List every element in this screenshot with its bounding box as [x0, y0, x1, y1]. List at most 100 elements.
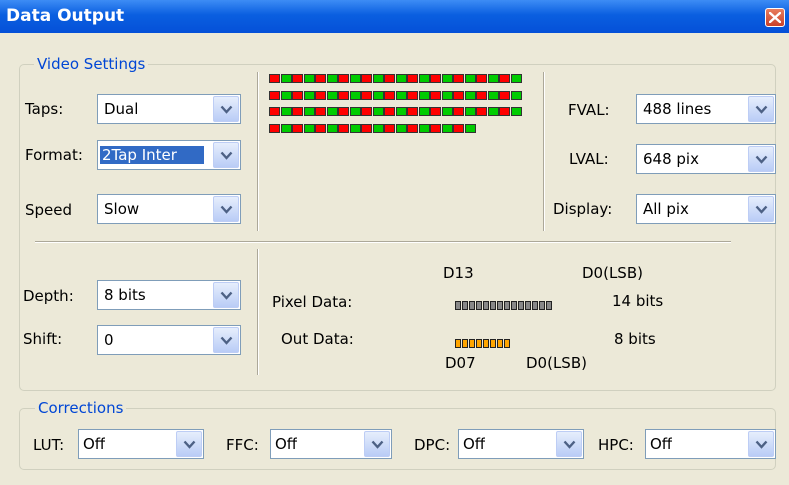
led-green: [510, 90, 522, 100]
shift-value: 0: [104, 331, 114, 349]
led-red: [407, 107, 418, 116]
led-green: [441, 107, 453, 116]
led-red: [269, 74, 280, 83]
depth-value: 8 bits: [104, 286, 146, 304]
led-red: [338, 107, 349, 116]
lval-label: LVAL:: [569, 150, 609, 168]
led-green: [326, 90, 338, 100]
speed-select[interactable]: Slow: [97, 194, 241, 224]
led-red: [292, 90, 303, 100]
led-red: [453, 107, 464, 116]
led-red: [430, 123, 441, 133]
led-red: [499, 74, 510, 83]
format-value: 2Tap Inter: [100, 146, 204, 164]
led-green: [418, 123, 430, 133]
chevron-down-icon[interactable]: [364, 431, 390, 457]
chevron-down-icon[interactable]: [748, 146, 774, 172]
bit-cell: [504, 339, 510, 348]
pixel-data-label: Pixel Data:: [272, 293, 353, 311]
chevron-down-icon[interactable]: [176, 431, 202, 457]
corrections-label: Corrections: [35, 399, 127, 417]
bit-cell: [504, 301, 510, 310]
led-red: [407, 123, 418, 133]
led-red: [499, 90, 510, 100]
window-title: Data Output: [6, 6, 125, 26]
led-red: [453, 123, 464, 133]
led-red: [384, 74, 395, 83]
chevron-down-icon[interactable]: [213, 96, 239, 122]
bit-cell: [483, 301, 489, 310]
led-red: [453, 74, 464, 83]
led-red: [384, 90, 395, 100]
led-green: [326, 74, 338, 83]
ffc-value: Off: [275, 435, 298, 453]
chevron-down-icon[interactable]: [748, 431, 774, 457]
led-green: [487, 107, 499, 116]
depth-select[interactable]: 8 bits: [97, 280, 241, 310]
bit-cell: [476, 339, 482, 348]
chevron-down-icon[interactable]: [213, 282, 239, 308]
led-green: [303, 107, 315, 116]
display-label: Display:: [553, 200, 613, 218]
led-red: [292, 107, 303, 116]
led-red: [338, 74, 349, 83]
close-icon: [769, 12, 781, 23]
ffc-label: FFC:: [226, 436, 259, 454]
chevron-down-icon[interactable]: [556, 431, 582, 457]
format-select[interactable]: 2Tap Inter: [97, 140, 241, 170]
led-green: [280, 107, 292, 116]
led-red: [361, 123, 372, 133]
chevron-down-icon[interactable]: [213, 327, 239, 353]
bit-cell: [490, 339, 496, 348]
led-red: [384, 107, 395, 116]
led-green: [441, 90, 453, 100]
led-red: [430, 74, 441, 83]
format-label: Format:: [25, 146, 83, 164]
out-msb-label: D07: [445, 354, 476, 372]
lval-value: 648 pix: [643, 150, 699, 168]
shift-select[interactable]: 0: [97, 325, 241, 355]
led-green: [441, 123, 453, 133]
dpc-value: Off: [463, 435, 486, 453]
bit-cell: [532, 301, 538, 310]
led-red: [476, 74, 487, 83]
dpc-label: DPC:: [414, 436, 451, 454]
led-red: [499, 107, 510, 116]
bit-cell: [469, 301, 475, 310]
led-red: [361, 107, 372, 116]
led-green: [510, 74, 522, 83]
title-bar[interactable]: Data Output: [0, 0, 789, 33]
close-button[interactable]: [765, 8, 785, 27]
led-red: [292, 74, 303, 83]
led-green: [372, 74, 384, 83]
ffc-select[interactable]: Off: [270, 429, 392, 459]
bit-cell: [497, 339, 503, 348]
taps-select[interactable]: Dual: [97, 94, 241, 124]
display-select[interactable]: All pix: [636, 194, 776, 224]
chevron-down-icon[interactable]: [748, 96, 774, 122]
led-green: [303, 74, 315, 83]
dpc-select[interactable]: Off: [458, 429, 584, 459]
lval-select[interactable]: 648 pix: [636, 144, 776, 174]
speed-value: Slow: [104, 200, 140, 218]
fval-select[interactable]: 488 lines: [636, 94, 776, 124]
chevron-down-icon[interactable]: [213, 196, 239, 222]
led-green: [280, 123, 292, 133]
led-red: [430, 107, 441, 116]
chevron-down-icon[interactable]: [213, 142, 239, 168]
led-red: [315, 123, 326, 133]
led-red: [315, 74, 326, 83]
led-green: [372, 123, 384, 133]
led-green: [418, 90, 430, 100]
lut-value: Off: [83, 435, 106, 453]
bit-cell: [455, 339, 461, 348]
bit-cell: [539, 301, 545, 310]
taps-value: Dual: [104, 100, 139, 118]
pixel-msb-label: D13: [443, 264, 474, 282]
lut-select[interactable]: Off: [78, 429, 204, 459]
depth-label: Depth:: [23, 287, 74, 305]
chevron-down-icon[interactable]: [748, 196, 774, 222]
hpc-select[interactable]: Off: [645, 429, 776, 459]
led-green: [418, 107, 430, 116]
bit-cell: [462, 301, 468, 310]
